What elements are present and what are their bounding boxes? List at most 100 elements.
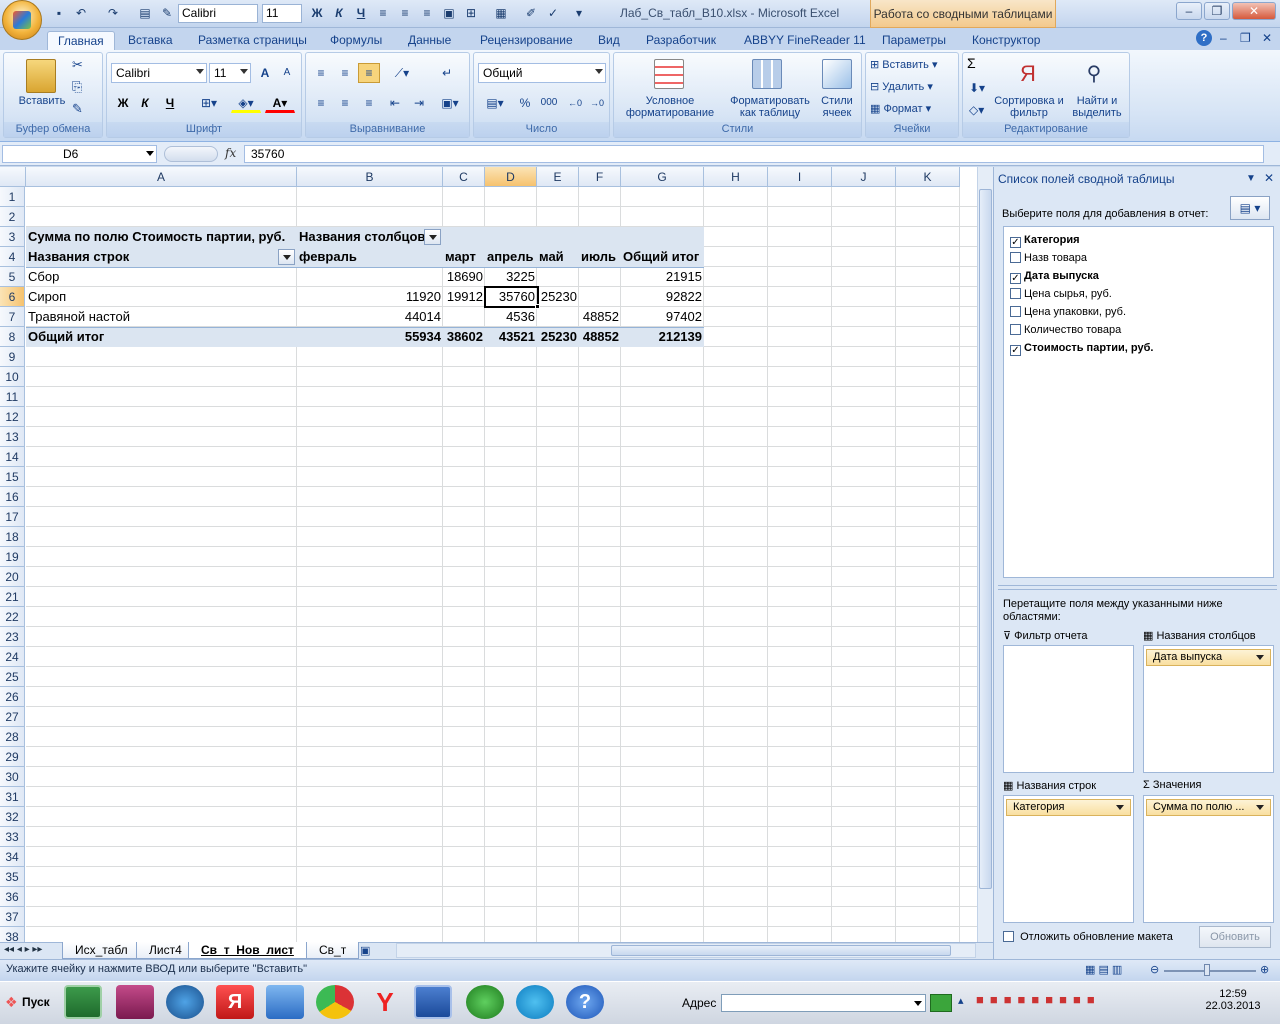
clear-icon[interactable]: ◇▾ bbox=[969, 103, 984, 117]
go-icon[interactable] bbox=[930, 994, 952, 1012]
vertical-scrollbar[interactable] bbox=[977, 167, 993, 942]
thousands-button[interactable]: 000 bbox=[536, 93, 562, 113]
font-size-combo[interactable]: 11 bbox=[209, 63, 251, 83]
row-header-38[interactable]: 38 bbox=[0, 927, 25, 942]
row-header-10[interactable]: 10 bbox=[0, 367, 25, 387]
name-box-dropdown-icon[interactable] bbox=[146, 151, 154, 156]
format-cells-button[interactable]: ▦ Формат ▾ bbox=[870, 103, 956, 115]
pivot-value-caption[interactable]: Сумма по полю Стоимость партии, руб. bbox=[26, 227, 287, 247]
pivot-value-cell[interactable]: 97402 bbox=[621, 307, 704, 327]
sheet-tab[interactable]: Исх_табл bbox=[62, 942, 141, 959]
row-header-32[interactable]: 32 bbox=[0, 807, 25, 827]
horizontal-scrollbar[interactable] bbox=[396, 943, 976, 958]
align-right-button[interactable]: ≡ bbox=[358, 93, 380, 113]
pivot-row-label[interactable]: Травяной настой bbox=[26, 307, 132, 327]
row-header-4[interactable]: 4 bbox=[0, 247, 25, 267]
office-button[interactable] bbox=[2, 0, 42, 40]
align-top-button[interactable]: ≡ bbox=[310, 63, 332, 83]
volume-taskbar-icon[interactable] bbox=[266, 985, 304, 1019]
row-header-19[interactable]: 19 bbox=[0, 547, 25, 567]
row-header-3[interactable]: 3 bbox=[0, 227, 25, 247]
decrease-decimal-button[interactable]: →0 bbox=[586, 93, 608, 113]
row-header-7[interactable]: 7 bbox=[0, 307, 25, 327]
pivot-value-cell[interactable]: 38602 bbox=[443, 327, 485, 347]
values-box[interactable]: Сумма по полю ... bbox=[1143, 795, 1274, 923]
column-header-i[interactable]: I bbox=[768, 167, 832, 187]
column-header-c[interactable]: C bbox=[443, 167, 485, 187]
qat-customize-icon[interactable]: ▾ bbox=[570, 4, 588, 22]
pivot-value-cell[interactable]: 21915 bbox=[621, 267, 704, 287]
row-header-17[interactable]: 17 bbox=[0, 507, 25, 527]
row-filter-dropdown[interactable] bbox=[278, 249, 295, 265]
shrink-font-button[interactable]: A bbox=[277, 63, 297, 83]
italic-button[interactable]: К bbox=[135, 93, 155, 113]
row-header-35[interactable]: 35 bbox=[0, 867, 25, 887]
row-header-37[interactable]: 37 bbox=[0, 907, 25, 927]
tab-review[interactable]: Рецензирование bbox=[470, 31, 583, 51]
column-header-k[interactable]: K bbox=[896, 167, 960, 187]
pivot-col-header[interactable]: май bbox=[537, 247, 566, 267]
address-input[interactable] bbox=[721, 994, 926, 1012]
field-item[interactable]: Цена упаковки, руб. bbox=[1010, 303, 1126, 321]
pivot-col-header[interactable]: июль bbox=[579, 247, 618, 267]
restore-button[interactable]: ❐ bbox=[1204, 2, 1230, 20]
row-header-12[interactable]: 12 bbox=[0, 407, 25, 427]
row-header-8[interactable]: 8 bbox=[0, 327, 25, 347]
pivot-row-labels-caption[interactable]: Названия строк bbox=[26, 247, 131, 267]
borders-button[interactable]: ⊞▾ bbox=[195, 93, 223, 113]
minimize-button[interactable]: – bbox=[1176, 2, 1202, 20]
row-header-9[interactable]: 9 bbox=[0, 347, 25, 367]
column-header-d[interactable]: D bbox=[485, 167, 537, 187]
pivot-value-cell[interactable]: 19912 bbox=[443, 287, 485, 307]
pivot-value-cell[interactable] bbox=[579, 287, 621, 307]
tab-insert[interactable]: Вставка bbox=[118, 31, 183, 51]
excel-taskbar-icon[interactable] bbox=[64, 985, 102, 1019]
zoom-out-icon[interactable]: ⊖ bbox=[1150, 963, 1159, 976]
field-item[interactable]: Количество товара bbox=[1010, 321, 1121, 339]
row-header-16[interactable]: 16 bbox=[0, 487, 25, 507]
percent-button[interactable]: % bbox=[514, 93, 536, 113]
sheet-tab-active[interactable]: Св_т_Нов_лист bbox=[188, 942, 307, 959]
pivot-value-cell[interactable]: 212139 bbox=[621, 327, 704, 347]
tab-data[interactable]: Данные bbox=[398, 31, 461, 51]
row-labels-box[interactable]: Категория bbox=[1003, 795, 1134, 923]
tab-formulas[interactable]: Формулы bbox=[320, 31, 392, 51]
pivot-value-cell[interactable]: 48852 bbox=[579, 307, 621, 327]
pivot-value-cell[interactable] bbox=[443, 307, 485, 327]
align-bottom-button[interactable]: ≡ bbox=[358, 63, 380, 83]
field-checkbox-icon[interactable] bbox=[1010, 252, 1021, 263]
qat-underline-button[interactable]: Ч bbox=[352, 4, 370, 22]
pivot-column-labels-caption[interactable]: Названия столбцов bbox=[297, 227, 427, 247]
defer-update-checkbox[interactable]: Отложить обновление макета bbox=[1003, 931, 1173, 943]
start-button[interactable]: ❖ Пуск bbox=[2, 984, 54, 1020]
row-header-18[interactable]: 18 bbox=[0, 527, 25, 547]
row-header-23[interactable]: 23 bbox=[0, 627, 25, 647]
pivot-value-cell[interactable]: 55934 bbox=[297, 327, 443, 347]
formula-bar-handle[interactable] bbox=[164, 146, 218, 162]
pane-close-icon[interactable]: ✕ bbox=[1264, 171, 1274, 185]
row-header-22[interactable]: 22 bbox=[0, 607, 25, 627]
cell-styles-button[interactable]: Стили ячеек bbox=[814, 95, 860, 119]
fill-icon[interactable]: ⬇▾ bbox=[969, 81, 985, 95]
pivot-value-cell[interactable]: 11920 bbox=[297, 287, 443, 307]
orientation-button[interactable]: ⟋▾ bbox=[388, 63, 416, 83]
pivot-value-cell[interactable]: 48852 bbox=[579, 327, 621, 347]
format-as-table-button[interactable]: Форматировать как таблицу bbox=[724, 95, 816, 119]
zoom-in-icon[interactable]: ⊕ bbox=[1260, 963, 1269, 976]
row-header-15[interactable]: 15 bbox=[0, 467, 25, 487]
column-header-g[interactable]: G bbox=[621, 167, 704, 187]
row-header-20[interactable]: 20 bbox=[0, 567, 25, 587]
pivot-value-cell[interactable]: 43521 bbox=[485, 327, 537, 347]
close-button[interactable]: ✕ bbox=[1232, 2, 1276, 20]
grow-font-button[interactable]: A bbox=[255, 63, 275, 83]
help-taskbar-icon[interactable]: ? bbox=[566, 985, 604, 1019]
cut-icon[interactable]: ✂ bbox=[72, 57, 83, 73]
worksheet-grid[interactable]: ABCDEFGHIJK 1 2 3 4 5 6 7 8 9 10 11 12 13 14 15 16 17 18 1… bbox=[0, 167, 993, 942]
row-header-34[interactable]: 34 bbox=[0, 847, 25, 867]
pivot-col-header[interactable]: март bbox=[443, 247, 478, 267]
access-taskbar-icon[interactable] bbox=[116, 985, 154, 1019]
pivot-col-header[interactable]: февраль bbox=[297, 247, 359, 267]
bold-button[interactable]: Ж bbox=[113, 93, 133, 113]
row-header-14[interactable]: 14 bbox=[0, 447, 25, 467]
autosum-button[interactable]: Σ bbox=[967, 56, 976, 70]
